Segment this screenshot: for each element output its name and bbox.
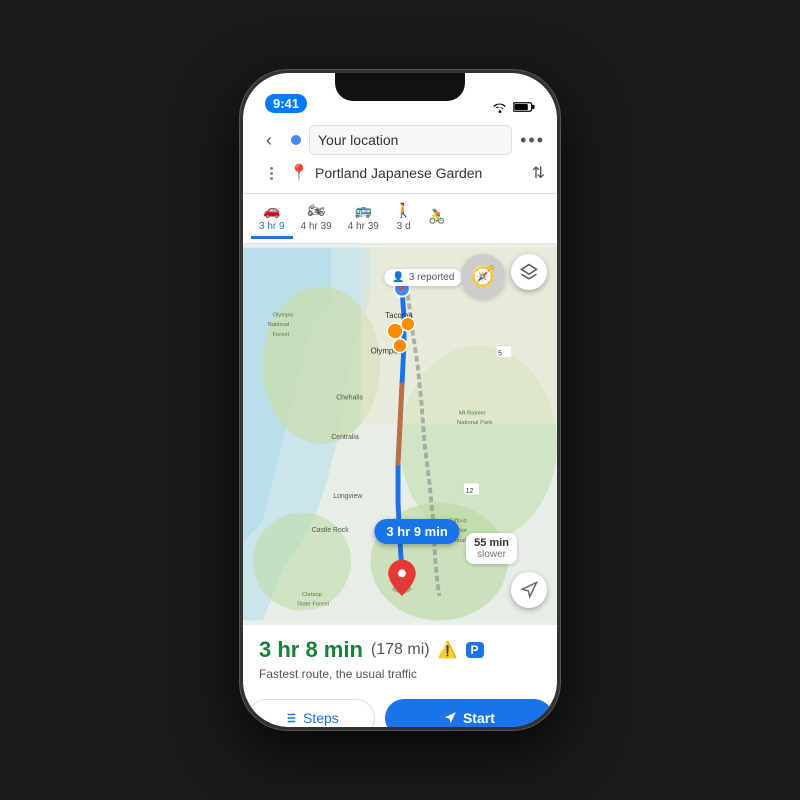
origin-row: ‹ ••• xyxy=(255,125,545,155)
route-description: Fastest route, the usual traffic xyxy=(259,667,541,681)
svg-text:State Forest: State Forest xyxy=(297,602,329,608)
svg-text:National: National xyxy=(268,322,290,328)
slower-time: 55 min xyxy=(474,537,509,549)
compass-icon: 🧭 xyxy=(471,264,496,289)
map-layers-button[interactable] xyxy=(511,254,547,290)
slower-label: slower xyxy=(474,549,509,560)
origin-dot xyxy=(291,135,301,145)
transit-time: 4 hr 39 xyxy=(348,221,379,232)
driving-time: 3 hr 9 xyxy=(259,221,285,232)
transit-icon: 🚌 xyxy=(355,202,372,219)
navigate-icon xyxy=(443,711,457,725)
destination-text[interactable]: Portland Japanese Garden xyxy=(315,161,524,185)
walking-icon: 🚶 xyxy=(395,202,412,219)
action-buttons: Steps Start xyxy=(243,699,557,727)
tab-motorcycle[interactable]: 🏍 4 hr 39 xyxy=(293,198,340,239)
svg-text:Chehalis: Chehalis xyxy=(336,395,363,402)
person-icon: 👤 xyxy=(392,272,404,283)
svg-text:National Park: National Park xyxy=(457,420,492,426)
tab-walking[interactable]: 🚶 3 d xyxy=(387,198,420,239)
route-time: 3 hr 8 min xyxy=(259,637,363,663)
svg-text:5: 5 xyxy=(498,351,502,358)
wifi-icon xyxy=(492,101,508,113)
walking-time: 3 d xyxy=(397,221,411,232)
svg-text:Longview: Longview xyxy=(333,493,362,500)
steps-button[interactable]: Steps xyxy=(247,699,375,727)
status-icons xyxy=(492,101,535,113)
map-area[interactable]: Seattle Tacoma Olympia Chehalis Centrali… xyxy=(243,244,557,624)
compass-button[interactable]: 🧭 xyxy=(461,254,505,298)
origin-input[interactable] xyxy=(309,125,512,155)
start-button[interactable]: Start xyxy=(385,699,553,727)
destination-pin-icon: 📍 xyxy=(291,165,307,181)
tab-transit[interactable]: 🚌 4 hr 39 xyxy=(340,198,387,239)
svg-text:Mt Rainier: Mt Rainier xyxy=(459,410,486,416)
svg-text:12: 12 xyxy=(466,488,474,495)
route-distance: (178 mi) xyxy=(371,641,430,659)
location-button[interactable] xyxy=(511,572,547,608)
status-time: 9:41 xyxy=(265,94,307,113)
warning-icon: ⚠️ xyxy=(438,640,458,660)
route-time-bubble: 3 hr 9 min xyxy=(374,519,459,544)
tab-cycling[interactable]: 🚴 xyxy=(420,204,453,234)
cycling-icon: 🚴 xyxy=(428,208,445,225)
reported-badge: 👤 3 reported xyxy=(384,269,462,286)
parking-icon: P xyxy=(466,642,484,658)
back-button[interactable]: ‹ xyxy=(255,126,283,154)
svg-text:Forest: Forest xyxy=(272,332,289,338)
reported-text: 3 reported xyxy=(409,272,455,283)
swap-directions-button[interactable]: ⇅ xyxy=(532,163,545,183)
steps-label: Steps xyxy=(303,710,339,726)
tab-driving[interactable]: 🚗 3 hr 9 xyxy=(251,198,293,239)
status-bar: 9:41 xyxy=(243,73,557,117)
screen: 9:41 ‹ ••• xyxy=(243,73,557,727)
battery-icon xyxy=(513,101,535,113)
svg-text:Clatsop: Clatsop xyxy=(302,592,323,598)
more-options-button[interactable]: ••• xyxy=(520,130,545,151)
nav-header: ‹ ••• 📍 Portland Japanese Garden ⇅ xyxy=(243,117,557,194)
motorcycle-time: 4 hr 39 xyxy=(301,221,332,232)
traffic-slower-badge: 55 min slower xyxy=(466,533,517,564)
transport-tabs: 🚗 3 hr 9 🏍 4 hr 39 🚌 4 hr 39 🚶 3 d 🚴 xyxy=(243,194,557,244)
map-svg: Seattle Tacoma Olympia Chehalis Centrali… xyxy=(243,244,557,624)
svg-text:Centralia: Centralia xyxy=(331,434,359,441)
list-icon xyxy=(283,711,297,725)
motorcycle-icon: 🏍 xyxy=(307,202,325,219)
navigation-icon xyxy=(520,581,538,599)
svg-text:📍: 📍 xyxy=(397,286,406,295)
car-icon: 🚗 xyxy=(263,202,280,219)
layers-icon xyxy=(520,263,538,281)
svg-text:Olympic: Olympic xyxy=(272,312,293,318)
start-label: Start xyxy=(463,710,495,726)
route-info-panel: 3 hr 8 min (178 mi) ⚠️ P Fastest route, … xyxy=(243,624,557,699)
route-connector xyxy=(255,167,283,180)
route-summary: 3 hr 8 min (178 mi) ⚠️ P xyxy=(259,637,541,663)
phone-frame: 9:41 ‹ ••• xyxy=(240,70,560,730)
svg-text:Castle Rock: Castle Rock xyxy=(312,527,350,534)
destination-row: 📍 Portland Japanese Garden ⇅ xyxy=(255,161,545,185)
